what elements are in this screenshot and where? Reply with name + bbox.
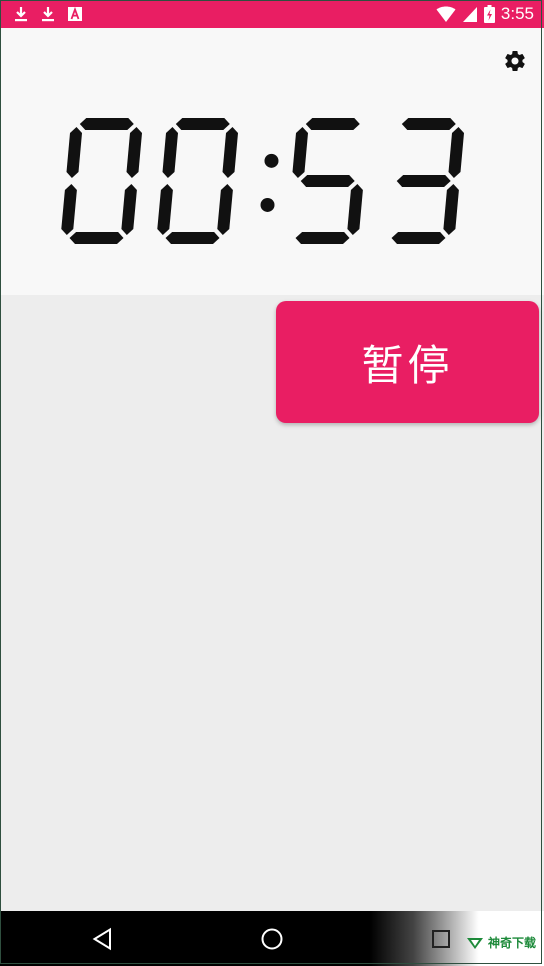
digit-segment: [292, 127, 308, 178]
digit-segment: [305, 118, 360, 130]
download-icon: [15, 7, 27, 22]
home-icon[interactable]: [259, 926, 285, 952]
digit-segment: [401, 118, 456, 130]
download-icon: [42, 7, 54, 22]
a-icon: [68, 6, 82, 21]
status-time: 3:55: [500, 4, 534, 23]
digit-segment: [157, 184, 173, 235]
watermark-logo-icon: [466, 937, 483, 949]
pause-button[interactable]: 暂停: [276, 301, 539, 423]
digit-segment: [396, 175, 451, 187]
colon-dot: [260, 197, 275, 212]
back-icon[interactable]: [90, 926, 116, 952]
digit-segment: [295, 232, 350, 244]
digit-segment: [347, 184, 363, 235]
recents-icon[interactable]: [428, 926, 454, 952]
battery-icon: [483, 5, 495, 23]
digit-segment: [443, 184, 459, 235]
timer-display: [60, 118, 484, 250]
digit-segment: [61, 184, 77, 235]
digit-segment: [222, 127, 238, 178]
signal-icon: [462, 7, 477, 22]
digit-segment: [165, 232, 220, 244]
digit-segment: [69, 232, 124, 244]
digit-segment: [217, 184, 233, 235]
digit-segment: [300, 175, 355, 187]
digit-segment: [66, 127, 82, 178]
digit-segment: [79, 118, 134, 130]
status-bar: 3:55: [0, 0, 544, 28]
wifi-icon: [436, 6, 456, 22]
watermark-text: 神奇下载: [487, 936, 536, 950]
digit-segment: [126, 127, 142, 178]
navigation-bar: 神奇下载: [0, 911, 544, 966]
digit-segment: [391, 232, 446, 244]
colon-dot: [264, 153, 279, 168]
settings-gear-icon[interactable]: [503, 49, 527, 73]
digit-segment: [448, 127, 464, 178]
digit-segment: [162, 127, 178, 178]
seven-segment-digits: [61, 118, 464, 244]
digit-segment: [175, 118, 230, 130]
watermark: 神奇下载: [466, 934, 536, 951]
digit-segment: [121, 184, 137, 235]
